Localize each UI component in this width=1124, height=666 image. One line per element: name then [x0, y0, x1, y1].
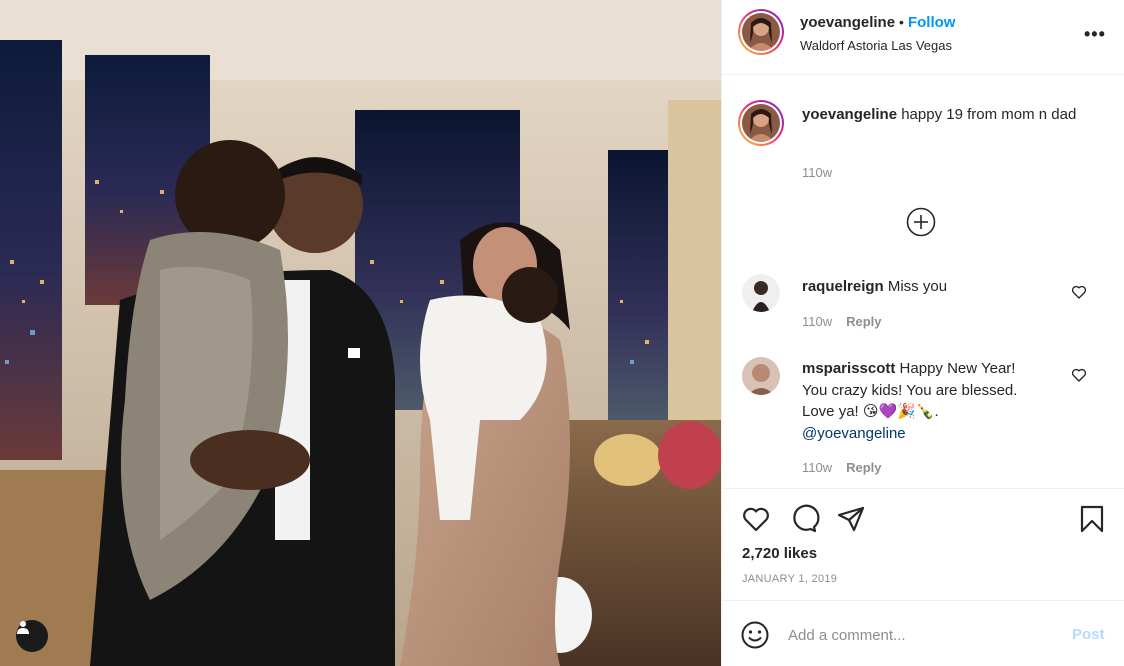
reply-button[interactable]: Reply — [846, 314, 881, 329]
like-comment-heart-icon[interactable] — [1070, 283, 1088, 301]
follow-button[interactable]: Follow — [908, 14, 956, 31]
post-button[interactable]: Post — [1072, 626, 1105, 643]
post-photo[interactable] — [0, 0, 721, 666]
commenter-avatar[interactable] — [742, 357, 780, 395]
avatar-image — [742, 357, 780, 395]
avatar-image — [742, 104, 780, 142]
comment-text-block: raquelreign Miss you — [802, 276, 1062, 298]
comment-meta: 110w Reply — [802, 314, 882, 329]
comments-section: yoevangeline happy 19 from mom n dad 110… — [722, 76, 1124, 488]
share-icon[interactable] — [835, 503, 867, 535]
add-circle-icon[interactable] — [905, 206, 937, 238]
comment-text-line: You crazy kids! You are blessed. — [802, 381, 1018, 399]
comment-text-line: Love ya! 😘💜🎉🍾. — [802, 403, 939, 420]
photo-illustration — [0, 0, 721, 666]
separator-dot: • — [899, 14, 904, 30]
add-comment-bar: Post — [722, 600, 1124, 666]
caption-username[interactable]: yoevangeline — [802, 106, 897, 123]
like-comment-heart-icon[interactable] — [1070, 366, 1088, 384]
caption-avatar[interactable] — [738, 100, 784, 146]
caption-text-block: yoevangeline happy 19 from mom n dad — [802, 104, 1092, 126]
comment-icon[interactable] — [788, 503, 820, 535]
author-username[interactable]: yoevangeline — [800, 14, 895, 31]
likes-count[interactable]: 2,720 likes — [742, 545, 817, 562]
user-tag-icon — [17, 621, 29, 634]
caption-text: happy 19 from mom n dad — [901, 106, 1077, 123]
bookmark-icon[interactable] — [1076, 503, 1108, 535]
reply-button[interactable]: Reply — [846, 460, 881, 475]
comment-username[interactable]: msparisscott — [802, 360, 895, 377]
post-header: yoevangeline • Follow Waldorf Astoria Las … — [722, 0, 1124, 75]
user-tag-button[interactable] — [16, 620, 48, 652]
heart-icon[interactable] — [740, 503, 772, 535]
mention-link[interactable]: @yoevangeline — [802, 425, 906, 442]
comment-text-block: msparisscott Happy New Year! You crazy k… — [802, 358, 1067, 444]
location-link[interactable]: Waldorf Astoria Las Vegas — [800, 38, 952, 53]
comment-username[interactable]: raquelreign — [802, 278, 884, 295]
post-actions: 2,720 likes JANUARY 1, 2019 — [722, 488, 1124, 600]
comment-text-line: Happy New Year! — [899, 360, 1016, 377]
avatar-image — [742, 13, 780, 51]
avatar-image — [742, 274, 780, 312]
commenter-avatar[interactable] — [742, 274, 780, 312]
comment-input[interactable] — [788, 623, 1058, 647]
comment-time[interactable]: 110w — [802, 314, 832, 329]
more-options-icon[interactable]: ••• — [1084, 24, 1106, 45]
comment-time[interactable]: 110w — [802, 460, 832, 475]
emoji-icon[interactable] — [740, 620, 770, 650]
post-details-panel: yoevangeline • Follow Waldorf Astoria Las … — [721, 0, 1124, 666]
caption-time[interactable]: 110w — [802, 165, 832, 180]
comment-text: Miss you — [887, 278, 948, 295]
author-avatar[interactable] — [738, 9, 784, 55]
post-date[interactable]: JANUARY 1, 2019 — [742, 573, 837, 585]
comment-meta: 110w Reply — [802, 460, 882, 475]
